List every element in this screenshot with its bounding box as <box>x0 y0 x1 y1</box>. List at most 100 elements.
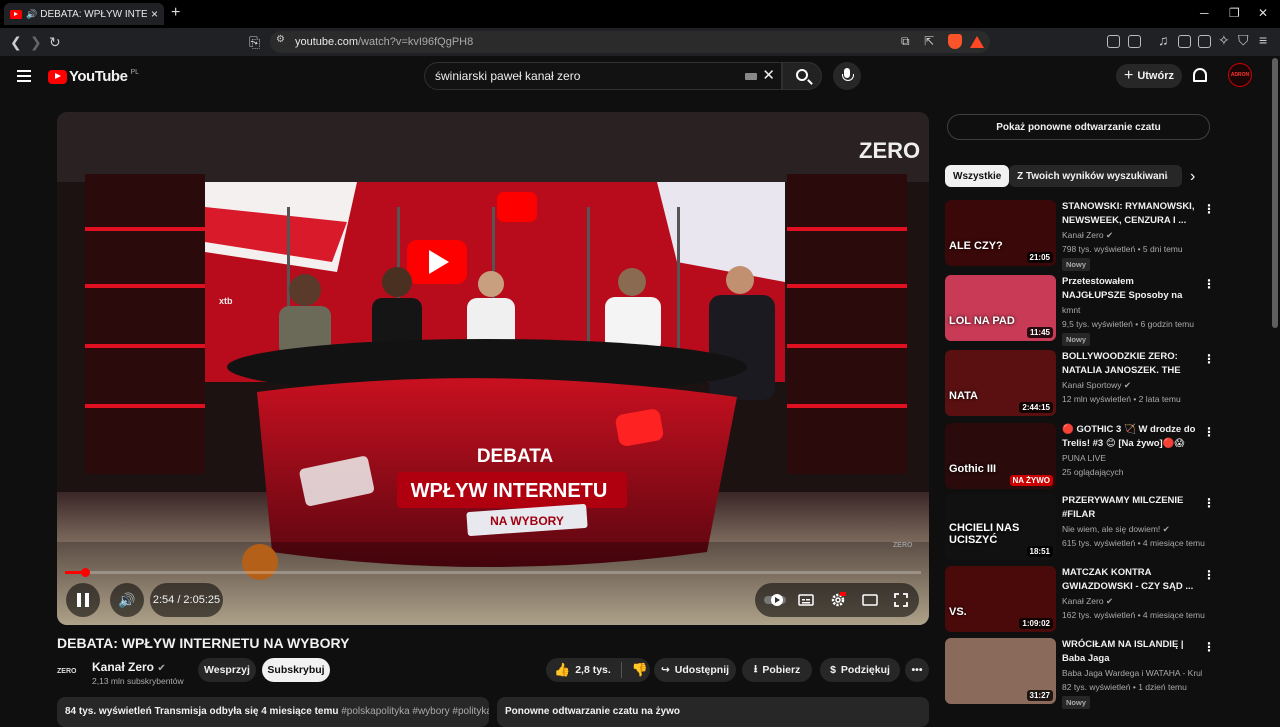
more-actions-button[interactable]: ••• <box>905 658 929 682</box>
description-box[interactable]: 84 tys. wyświetleń Transmisja odbyła się… <box>57 697 489 727</box>
like-button[interactable]: 👍 2,8 tys. <box>554 662 611 678</box>
vpn-shield-icon[interactable]: ⛉ <box>1238 32 1249 49</box>
screenshot-icon[interactable] <box>1128 35 1141 48</box>
more-options-icon[interactable]: ⋮ <box>1203 640 1215 654</box>
seek-bar[interactable] <box>65 568 921 577</box>
music-icon[interactable]: ♫ <box>1158 32 1169 48</box>
bookmark-icon[interactable]: ⎘ <box>249 34 260 51</box>
recommendation-item[interactable]: Gothic III NA ŻYWO 🔴 GOTHIC 3 🏹 W drodze d… <box>945 423 1215 491</box>
keyboard-icon[interactable] <box>745 73 757 80</box>
site-info-icon[interactable]: ⚙ <box>276 34 285 45</box>
support-button[interactable]: Wesprzyj <box>198 658 256 682</box>
hamburger-menu-icon[interactable] <box>17 70 31 82</box>
recommendation-channel[interactable]: Baba Jaga Wardega i WATAHA - Krulest... <box>1062 668 1202 678</box>
description-tags: #polskapolityka #wybory #polityka <box>341 706 489 717</box>
recommendation-channel[interactable]: Kanał Zero ✔ <box>1062 596 1202 607</box>
recommendation-thumbnail[interactable]: Gothic III NA ŻYWO <box>945 423 1056 489</box>
notifications-icon[interactable] <box>1193 68 1207 82</box>
recommendation-title[interactable]: MATCZAK KONTRA GWIAZDOWSKI - CZY SĄD ... <box>1062 566 1200 594</box>
more-options-icon[interactable]: ⋮ <box>1203 425 1215 439</box>
recommendation-item[interactable]: VS. 1:09:02 MATCZAK KONTRA GWIAZDOWSKI - C… <box>945 566 1215 634</box>
theater-mode-icon[interactable] <box>862 592 878 608</box>
dislike-button[interactable]: 👎 <box>632 662 648 678</box>
chevron-right-icon[interactable]: › <box>1190 168 1195 186</box>
recommendation-title[interactable]: PRZERYWAMY MILCZENIE #FILAR <box>1062 494 1200 522</box>
share-page-icon[interactable]: ⇱ <box>924 34 934 48</box>
autoplay-toggle-icon[interactable] <box>763 592 787 608</box>
more-options-icon[interactable]: ⋮ <box>1203 352 1215 366</box>
volume-icon[interactable]: 🔊 <box>110 583 144 617</box>
page-scrollbar[interactable] <box>1272 58 1278 328</box>
forward-icon[interactable]: ❯ <box>30 34 42 51</box>
reload-icon[interactable]: ↻ <box>49 34 61 51</box>
recommendation-title[interactable]: Przetestowałem NAJGŁUPSZE Sposoby na gra… <box>1062 275 1200 303</box>
wallet-icon[interactable] <box>1198 35 1211 48</box>
recommendation-title[interactable]: STANOWSKI: RYMANOWSKI, NEWSWEEK, CENZURA… <box>1062 200 1200 228</box>
youtube-logo[interactable]: YouTube PL <box>48 68 139 85</box>
recommendation-title[interactable]: 🔴 GOTHIC 3 🏹 W drodze do Trelis! #3 😊 [N… <box>1062 423 1200 451</box>
back-icon[interactable]: ❮ <box>10 34 22 51</box>
duration-badge: NA ŻYWO <box>1009 475 1053 486</box>
pause-button[interactable] <box>66 583 100 617</box>
leo-ai-icon[interactable]: ✧ <box>1218 32 1230 49</box>
recommendation-title[interactable]: BOLLYWOODZKIE ZERO: NATALIA JANOSZEK. TH… <box>1062 350 1200 378</box>
seek-knob[interactable] <box>80 568 90 577</box>
recommendation-item[interactable]: NATA 2:44:15 BOLLYWOODZKIE ZERO: NATALIA J… <box>945 350 1215 418</box>
channel-avatar[interactable]: ZERO <box>57 662 83 680</box>
browser-tab[interactable]: 🔊 DEBATA: WPŁYW INTERNETU × <box>4 3 164 25</box>
address-bar[interactable]: youtube.com/watch?v=kvI96fQgPH8 <box>270 31 990 53</box>
recommendation-thumbnail[interactable]: VS. 1:09:02 <box>945 566 1056 632</box>
recommendation-title[interactable]: WRÓCIŁAM NA ISLANDIĘ | Baba Jaga <box>1062 638 1200 666</box>
recommendation-channel[interactable]: Kanał Sportowy ✔ <box>1062 380 1202 391</box>
create-button[interactable]: + Utwórz <box>1116 64 1182 88</box>
chip-more[interactable] <box>1168 165 1182 187</box>
more-options-icon[interactable]: ⋮ <box>1203 277 1215 291</box>
share-button[interactable]: ↪ Udostępnij <box>654 658 736 682</box>
thumbnail-caption: CHCIELI NAS UCISZYĆ <box>949 522 1020 546</box>
search-button[interactable] <box>782 62 822 90</box>
more-options-icon[interactable]: ⋮ <box>1203 202 1215 216</box>
recommendation-thumbnail[interactable]: ALE CZY? 21:05 <box>945 200 1056 266</box>
recommendation-channel[interactable]: PUNA LIVE <box>1062 453 1202 463</box>
close-tab-icon[interactable]: × <box>151 7 158 21</box>
settings-icon[interactable] <box>830 592 846 608</box>
new-tab-icon[interactable]: + <box>171 4 180 22</box>
subscribe-button[interactable]: Subskrybuj <box>262 658 330 682</box>
recommendation-item[interactable]: 31:27 WRÓCIŁAM NA ISLANDIĘ | Baba Jaga Bab… <box>945 638 1215 709</box>
chip-all[interactable]: Wszystkie <box>945 165 1010 187</box>
recommendation-thumbnail[interactable]: NATA 2:44:15 <box>945 350 1056 416</box>
speaker-icon[interactable]: 🔊 <box>26 9 37 20</box>
avatar[interactable]: ADRON <box>1228 63 1252 87</box>
recommendation-thumbnail[interactable]: LOL NA PAD 11:45 <box>945 275 1056 341</box>
open-in-app-icon[interactable]: ⧉ <box>901 34 910 49</box>
recommendation-item[interactable]: ALE CZY? 21:05 STANOWSKI: RYMANOWSKI, NEWS… <box>945 200 1215 271</box>
recommendation-channel[interactable]: Nie wiem, ale się dowiem! ✔ <box>1062 524 1202 535</box>
recommendation-thumbnail[interactable]: CHCIELI NAS UCISZYĆ 18:51 <box>945 494 1056 560</box>
brave-rewards-icon[interactable] <box>970 36 984 48</box>
channel-name[interactable]: Kanał Zero ✔ <box>92 660 166 674</box>
recommendation-channel[interactable]: kmnt <box>1062 305 1202 315</box>
search-input[interactable]: świniarski paweł kanał zero ✕ <box>424 62 782 90</box>
recommendation-item[interactable]: LOL NA PAD 11:45 Przetestowałem NAJGŁUPSZE… <box>945 275 1215 346</box>
more-options-icon[interactable]: ⋮ <box>1203 496 1215 510</box>
maximize-icon[interactable]: ❐ <box>1229 6 1240 20</box>
close-window-icon[interactable]: ✕ <box>1258 6 1268 20</box>
more-options-icon[interactable]: ⋮ <box>1203 568 1215 582</box>
recommendation-channel[interactable]: Kanał Zero ✔ <box>1062 230 1202 241</box>
sidebar-toggle-icon[interactable] <box>1178 35 1191 48</box>
minimize-icon[interactable]: ─ <box>1200 6 1209 20</box>
brave-shields-icon[interactable] <box>948 34 962 49</box>
menu-icon[interactable]: ≡ <box>1259 32 1267 48</box>
show-chat-replay-button[interactable]: Pokaż ponowne odtwarzanie czatu <box>947 114 1210 140</box>
recommendation-thumbnail[interactable]: 31:27 <box>945 638 1056 704</box>
extensions-icon[interactable] <box>1107 35 1120 48</box>
chip-from-search[interactable]: Z Twoich wyników wyszukiwania <box>1009 165 1181 187</box>
download-button[interactable]: ⭳ Pobierz <box>742 658 812 682</box>
fullscreen-icon[interactable] <box>893 592 909 608</box>
voice-search-icon[interactable] <box>833 62 861 90</box>
clear-search-icon[interactable]: ✕ <box>762 66 775 84</box>
video-player[interactable]: ZERO xtb DEBATA WPŁYW INTERNETU NA WYBOR… <box>57 112 929 625</box>
recommendation-item[interactable]: CHCIELI NAS UCISZYĆ 18:51 PRZERYWAMY MILCZ… <box>945 494 1215 562</box>
thanks-button[interactable]: $ Podziękuj <box>820 658 900 682</box>
subtitles-icon[interactable] <box>798 592 814 608</box>
